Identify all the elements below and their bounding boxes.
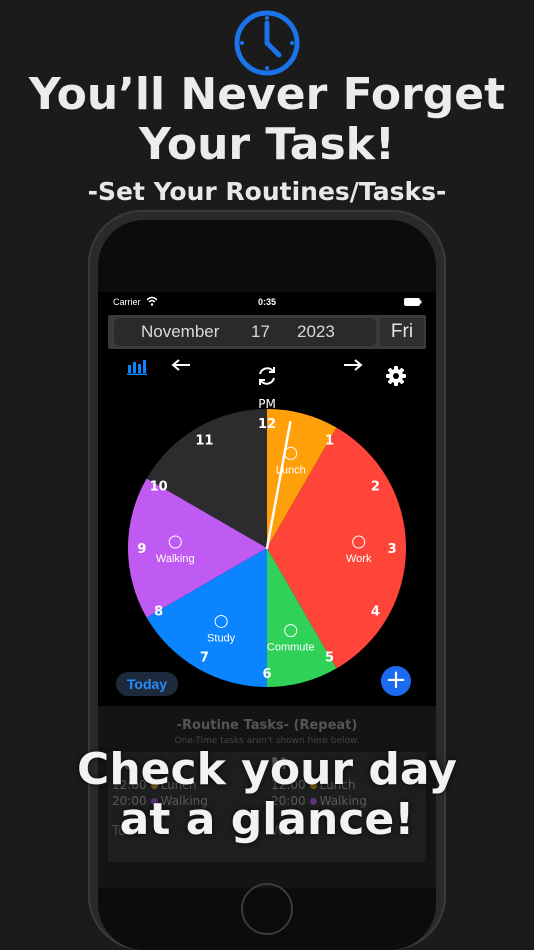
hour-label: 9 — [137, 542, 146, 557]
tagline: -Set Your Routines/Tasks- — [87, 177, 447, 206]
hour-label: 5 — [325, 650, 334, 665]
hour-label: 2 — [371, 479, 380, 494]
add-task-button[interactable]: + — [381, 666, 411, 696]
clock-app-icon — [234, 10, 300, 76]
today-button[interactable]: Today — [116, 672, 178, 696]
segment-label: Study — [207, 632, 236, 644]
segment-label: Commute — [267, 642, 315, 654]
hour-label: 8 — [154, 605, 163, 620]
home-button[interactable] — [241, 883, 293, 935]
period-label: PM — [258, 397, 276, 411]
headline-line-1: You’ll Never Forget — [28, 69, 506, 120]
overlay-line-2: at a glance! — [119, 794, 415, 845]
segment-label: Work — [346, 553, 372, 565]
headline-line-2: Your Task! — [139, 119, 395, 170]
hour-label: 11 — [195, 434, 213, 449]
hour-label: 6 — [262, 667, 271, 682]
hour-label: 1 — [325, 434, 334, 449]
segment-label: Walking — [156, 553, 195, 565]
overlay-line-1: Check your day — [77, 744, 457, 795]
hour-label: 4 — [371, 605, 380, 620]
hour-label: 7 — [200, 650, 209, 665]
hour-label: 3 — [388, 542, 397, 557]
hour-label: 12 — [258, 417, 276, 432]
hour-label: 10 — [150, 479, 168, 494]
list-title: -Routine Tasks- (Repeat) — [176, 718, 358, 733]
